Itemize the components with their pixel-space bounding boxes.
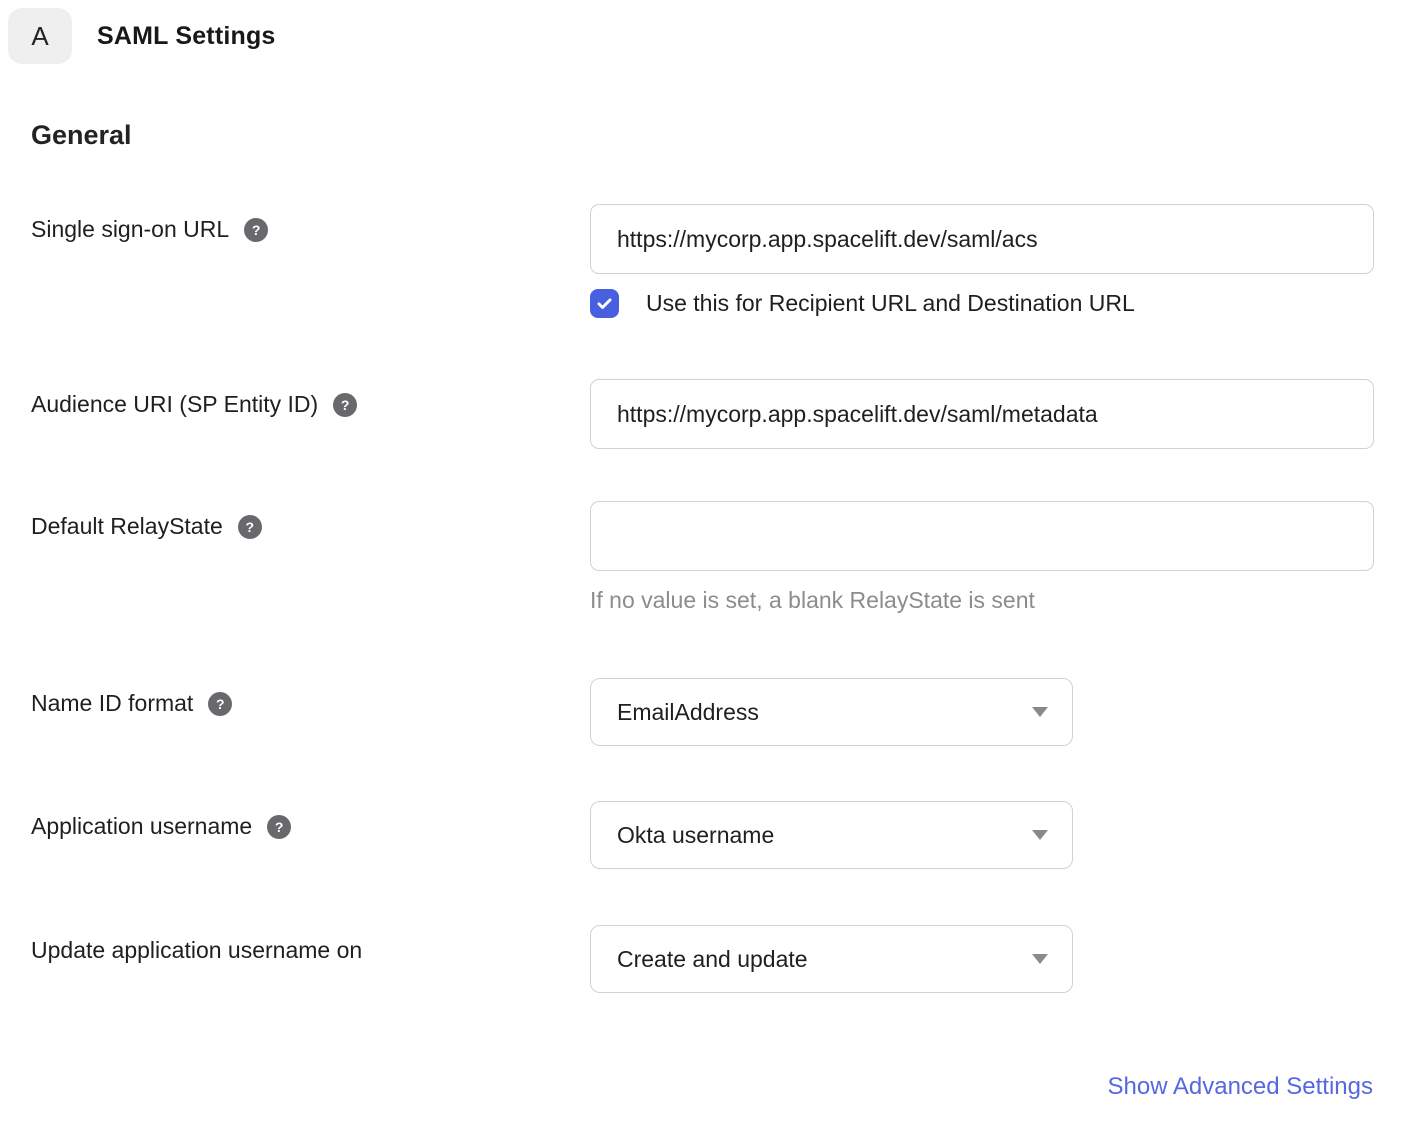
- section-title-general: General: [31, 120, 1414, 151]
- field-row-default-relaystate: Default RelayState ? If no value is set,…: [0, 501, 1414, 614]
- sso-url-input[interactable]: [590, 204, 1374, 274]
- name-id-format-value: EmailAddress: [617, 699, 759, 726]
- chevron-down-icon: [1032, 830, 1048, 840]
- relaystate-label: Default RelayState: [31, 512, 223, 542]
- recipient-url-checkbox-row: Use this for Recipient URL and Destinati…: [590, 289, 1414, 318]
- relaystate-hint: If no value is set, a blank RelayState i…: [590, 587, 1374, 614]
- update-app-username-value: Create and update: [617, 946, 808, 973]
- sso-url-label-group: Single sign-on URL ?: [0, 204, 590, 245]
- step-badge: A: [8, 8, 72, 64]
- relaystate-label-group: Default RelayState ?: [0, 501, 590, 542]
- field-row-name-id-format: Name ID format ? EmailAddress: [0, 678, 1414, 746]
- show-advanced-settings-link[interactable]: Show Advanced Settings: [1107, 1073, 1373, 1101]
- header: A SAML Settings: [0, 0, 1414, 64]
- chevron-down-icon: [1032, 707, 1048, 717]
- audience-uri-control: [590, 379, 1374, 449]
- audience-uri-label-group: Audience URI (SP Entity ID) ?: [0, 379, 590, 420]
- field-row-sso-url: Single sign-on URL ?: [0, 204, 1414, 274]
- update-app-username-label-group: Update application username on: [0, 925, 590, 966]
- name-id-format-select[interactable]: EmailAddress: [590, 678, 1073, 746]
- application-username-label: Application username: [31, 812, 252, 842]
- audience-uri-input[interactable]: [590, 379, 1374, 449]
- field-row-application-username: Application username ? Okta username: [0, 801, 1414, 869]
- app-username-label-group: Application username ?: [0, 801, 590, 842]
- relaystate-input[interactable]: [590, 501, 1374, 571]
- recipient-url-checkbox-label: Use this for Recipient URL and Destinati…: [646, 290, 1135, 317]
- sso-url-label: Single sign-on URL: [31, 215, 229, 245]
- field-row-update-app-username: Update application username on Create an…: [0, 925, 1414, 993]
- name-id-format-label: Name ID format: [31, 689, 193, 719]
- help-icon[interactable]: ?: [244, 218, 268, 242]
- use-for-recipient-checkbox[interactable]: [590, 289, 619, 318]
- update-app-username-select[interactable]: Create and update: [590, 925, 1073, 993]
- saml-settings-page: A SAML Settings General Single sign-on U…: [0, 0, 1414, 1142]
- application-username-control: Okta username: [590, 801, 1374, 869]
- name-id-format-control: EmailAddress: [590, 678, 1374, 746]
- update-app-username-control: Create and update: [590, 925, 1374, 993]
- field-row-audience-uri: Audience URI (SP Entity ID) ?: [0, 379, 1414, 449]
- audience-uri-label: Audience URI (SP Entity ID): [31, 390, 318, 420]
- application-username-value: Okta username: [617, 822, 774, 849]
- page-title: SAML Settings: [97, 22, 276, 51]
- help-icon[interactable]: ?: [208, 692, 232, 716]
- name-id-label-group: Name ID format ?: [0, 678, 590, 719]
- help-icon[interactable]: ?: [333, 393, 357, 417]
- help-icon[interactable]: ?: [267, 815, 291, 839]
- check-icon: [595, 294, 614, 313]
- sso-url-control: [590, 204, 1374, 274]
- chevron-down-icon: [1032, 954, 1048, 964]
- update-app-username-label: Update application username on: [31, 936, 362, 966]
- application-username-select[interactable]: Okta username: [590, 801, 1073, 869]
- help-icon[interactable]: ?: [238, 515, 262, 539]
- relaystate-control: If no value is set, a blank RelayState i…: [590, 501, 1374, 614]
